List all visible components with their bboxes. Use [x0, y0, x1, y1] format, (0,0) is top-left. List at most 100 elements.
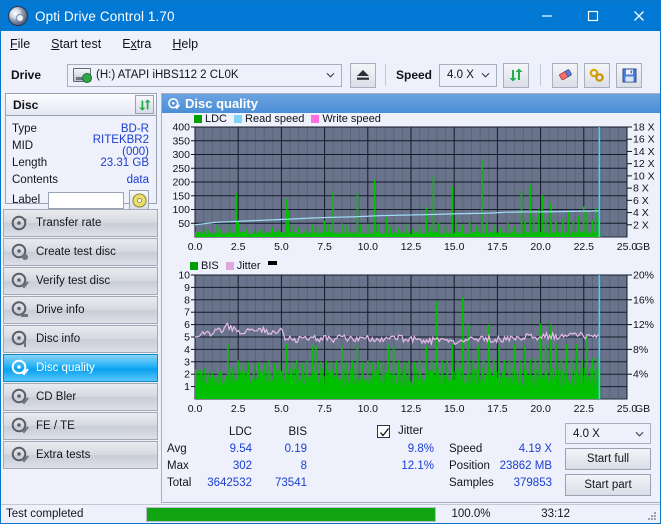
close-button[interactable]: [616, 1, 660, 31]
stats-row-avg: Avg: [167, 443, 187, 455]
drive-select[interactable]: (H:) ATAPI iHBS112 2 CL0K: [67, 63, 342, 87]
disc-info-row-contents: Contents data: [12, 171, 151, 188]
sidebar-item-transfer-rate[interactable]: Transfer rate: [3, 209, 158, 237]
svg-text:200: 200: [172, 177, 190, 189]
svg-text:5.0: 5.0: [274, 403, 289, 415]
svg-text:8 X: 8 X: [633, 183, 649, 195]
resize-grip-icon[interactable]: [646, 510, 658, 522]
erase-button[interactable]: [552, 62, 579, 88]
svg-text:22.5: 22.5: [574, 241, 595, 253]
test-speed-value: 4.0 X: [573, 427, 600, 440]
speed-select[interactable]: 4.0 X: [439, 63, 498, 87]
ldc-chart: LDC Read speed Write speed 50 100 150 200 250 3…: [162, 113, 660, 258]
disc-panel-title: Disc: [13, 97, 39, 112]
menu-extra[interactable]: Extra: [122, 35, 162, 53]
bis-jitter-chart: BIS Jitter 1 2 3 4 5 6 7 8 9 10 4% 8% 12% 16% 20% 0.0 2.5…: [162, 258, 660, 418]
start-part-button[interactable]: Start part: [565, 474, 651, 496]
disc-extra-icon: [10, 445, 30, 465]
stats-col-bis: BIS: [288, 426, 307, 438]
check-icon: [380, 428, 390, 437]
stats-avg-ldc: 9.54: [229, 443, 252, 455]
disc-quality-panel: Disc quality LDC Read speed Write speed 50…: [161, 93, 660, 503]
svg-text:10 X: 10 X: [633, 170, 655, 182]
svg-text:350: 350: [172, 135, 190, 147]
disc-contents-value: data: [126, 173, 149, 186]
panel-header: Disc quality: [162, 94, 660, 113]
disc-refresh-button[interactable]: [135, 95, 154, 114]
sidebar-item-fe-te[interactable]: FE / TE: [3, 412, 158, 440]
drive-label: Drive: [11, 68, 42, 82]
jitter-max: 12.1%: [401, 460, 434, 472]
disc-label-label: Label: [12, 194, 41, 206]
disc-create-icon: [10, 242, 30, 262]
eject-button[interactable]: [350, 62, 376, 88]
sidebar-item-disc-quality[interactable]: Disc quality: [3, 354, 158, 382]
disc-drive-icon: [10, 300, 30, 320]
toolbar: Drive (H:) ATAPI iHBS112 2 CL0K Speed 4.…: [1, 57, 660, 93]
sidebar-item-cd-bler[interactable]: CD Bler: [3, 383, 158, 411]
disc-info-panel: Type BD-R MID RITEKBR2 (000) Length 23.3…: [5, 116, 157, 210]
svg-text:15.0: 15.0: [444, 241, 465, 253]
stats-row-max: Max: [167, 460, 189, 472]
svg-text:GB: GB: [635, 403, 650, 415]
disc-mid-label: MID: [12, 139, 34, 152]
disc-length-value: 23.31 GB: [100, 156, 149, 169]
toolbar-separator-2: [540, 64, 542, 86]
sidebar-item-verify-test-disc[interactable]: Verify test disc: [3, 267, 158, 295]
drive-icon: [73, 68, 92, 83]
sidebar-item-label: Transfer rate: [36, 217, 102, 229]
stats-avg-bis: 0.19: [284, 443, 307, 455]
svg-text:0.0: 0.0: [188, 403, 203, 415]
svg-text:12%: 12%: [633, 319, 654, 331]
position-stat-value: 23862 MB: [499, 460, 552, 472]
sidebar-item-disc-info[interactable]: Disc info: [3, 325, 158, 353]
toolbar-separator: [385, 64, 386, 86]
menu-bar: FFileile Start test Extra Help: [1, 31, 660, 57]
disc-label-input[interactable]: [48, 191, 124, 209]
stats-total-bis: 73541: [275, 477, 307, 489]
disc-info-row-length: Length 23.31 GB: [12, 154, 151, 171]
svg-text:18 X: 18 X: [633, 122, 655, 134]
disc-length-label: Length: [12, 156, 48, 169]
maximize-button[interactable]: [570, 1, 616, 31]
svg-text:4 X: 4 X: [633, 207, 649, 219]
svg-text:0.0: 0.0: [188, 241, 203, 253]
minimize-button[interactable]: [524, 1, 570, 31]
refresh-icon: [509, 68, 523, 82]
svg-text:5.0: 5.0: [274, 241, 289, 253]
disc-info-icon: [10, 329, 30, 349]
tools-button[interactable]: [584, 62, 611, 88]
drive-value: (H:) ATAPI iHBS112 2 CL0K: [96, 69, 239, 81]
svg-text:12.5: 12.5: [401, 403, 422, 415]
save-button[interactable]: [616, 62, 643, 88]
sidebar-item-label: Create test disc: [36, 246, 116, 258]
disc-label-button[interactable]: [129, 190, 149, 210]
svg-text:8: 8: [184, 294, 190, 306]
left-panel: Disc Type BD-R MID RITEKBR2 (000) Length…: [1, 93, 160, 493]
svg-text:1: 1: [184, 381, 190, 393]
speed-stat-label: Speed: [449, 443, 483, 455]
sidebar-item-drive-info[interactable]: Drive info: [3, 296, 158, 324]
tools-icon: [589, 68, 604, 82]
menu-file[interactable]: FFileile: [10, 35, 41, 53]
application-window: Opti Drive Control 1.70 FFileile Start t…: [0, 0, 661, 524]
disc-info-row-mid: MID RITEKBR2 (000): [12, 134, 151, 158]
elapsed-time: 33:12: [541, 508, 570, 520]
speed-label: Speed: [396, 68, 433, 82]
svg-text:250: 250: [172, 163, 190, 175]
progress-fill: [147, 507, 435, 521]
jitter-checkbox[interactable]: [377, 425, 390, 438]
sidebar-item-extra-tests[interactable]: Extra tests: [3, 441, 158, 469]
sidebar-item-create-test-disc[interactable]: Create test disc: [3, 238, 158, 266]
eraser-icon: [558, 68, 572, 80]
jitter-avg: 9.8%: [407, 443, 434, 455]
start-full-button[interactable]: Start full: [565, 448, 651, 470]
eject-icon: [357, 70, 369, 80]
svg-text:2.5: 2.5: [231, 403, 246, 415]
menu-start-test[interactable]: Start test: [51, 35, 112, 53]
disc-quality-icon: [10, 358, 30, 378]
test-speed-select[interactable]: 4.0 X: [565, 423, 651, 444]
menu-help[interactable]: Help: [172, 35, 209, 53]
disc-label-row: Label: [12, 190, 151, 210]
refresh-button[interactable]: [503, 62, 530, 88]
